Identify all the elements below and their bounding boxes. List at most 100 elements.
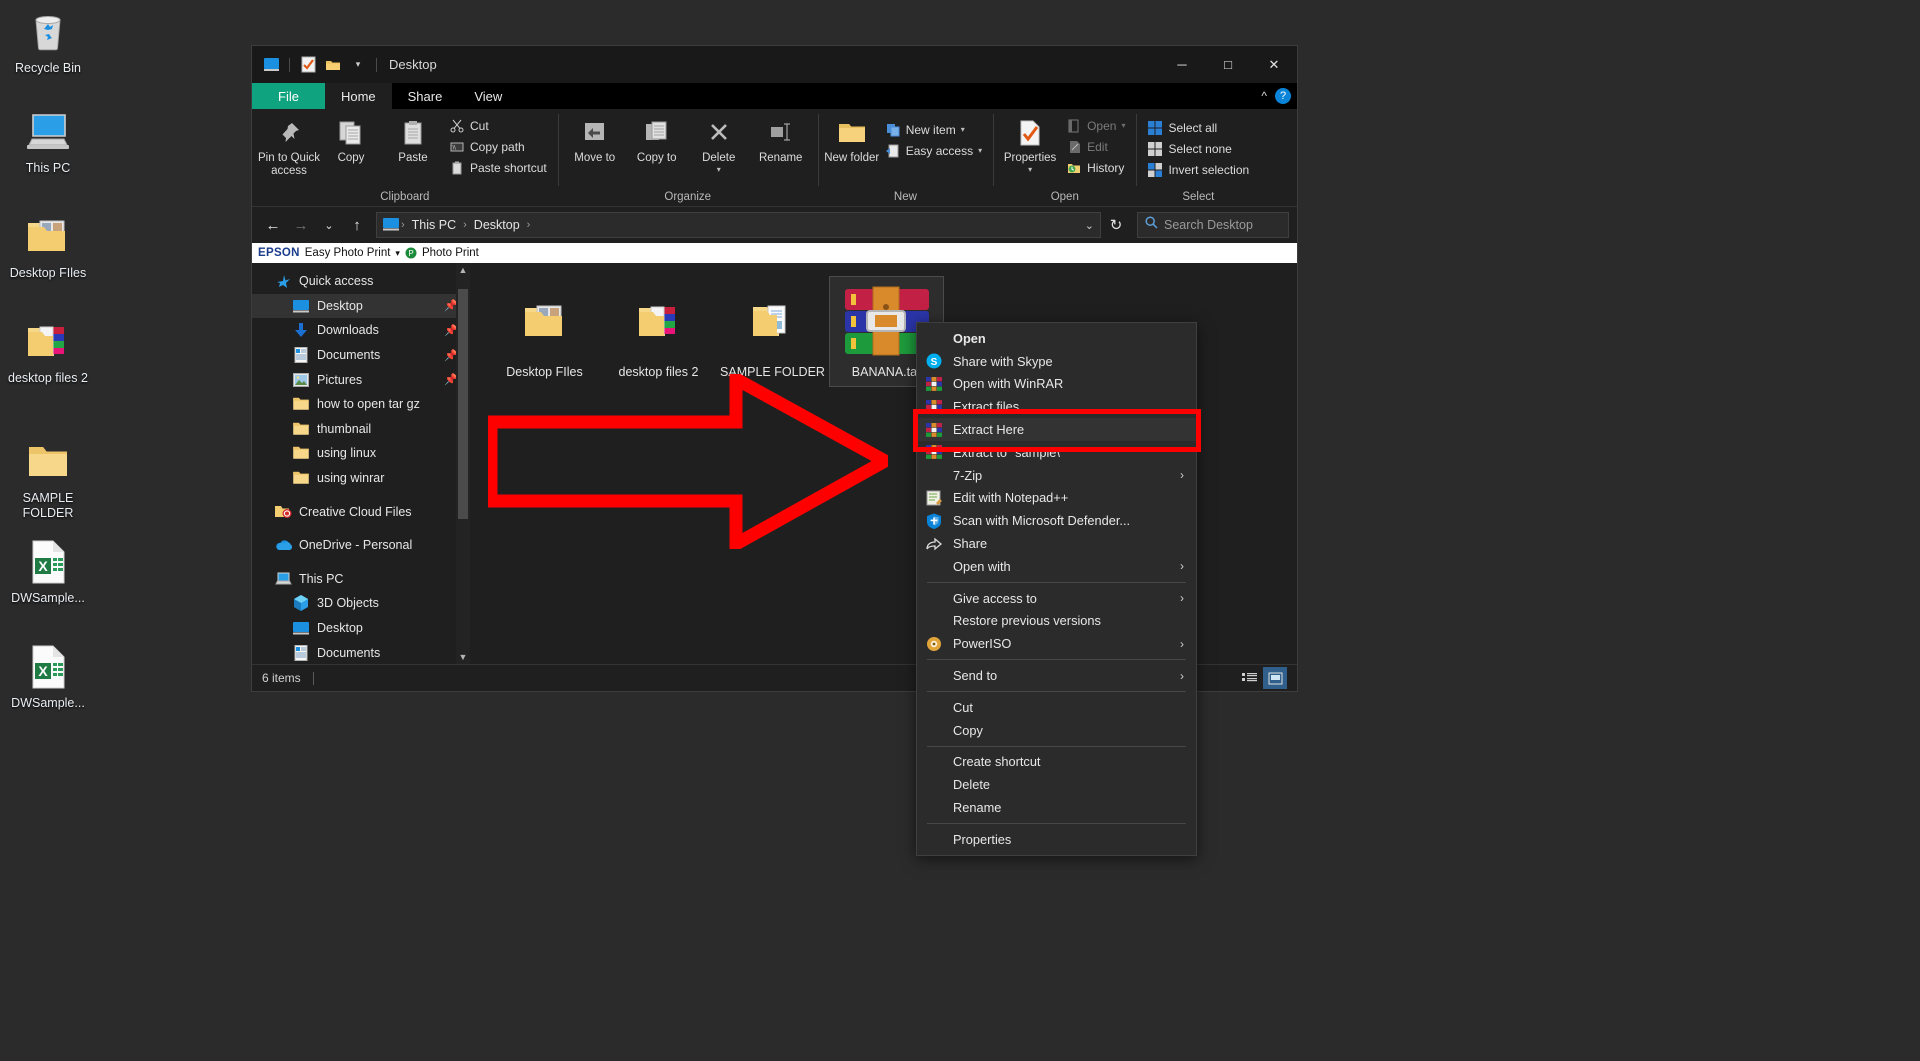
desktop-icon-dwsample[interactable]: XDWSample... xyxy=(0,530,96,606)
chevron-down-icon[interactable]: ▾ xyxy=(395,248,400,259)
sidebar-item-downloads[interactable]: Downloads📌 xyxy=(252,318,470,343)
scroll-up-icon[interactable]: ▲ xyxy=(456,263,470,277)
paste-shortcut-button[interactable]: Paste shortcut xyxy=(444,157,552,178)
sidebar-item-documents[interactable]: Documents📌 xyxy=(252,343,470,368)
open-button[interactable]: Open ▾ xyxy=(1061,115,1130,136)
minimize-button[interactable]: ─ xyxy=(1159,46,1205,83)
sidebar-item-onedrive-personal[interactable]: OneDrive - Personal xyxy=(252,533,470,558)
menu-item-scan-with-microsoft-defender[interactable]: Scan with Microsoft Defender... xyxy=(917,509,1196,532)
chevron-down-icon[interactable]: ▾ xyxy=(1121,121,1125,130)
menu-item-extract-here[interactable]: Extract Here xyxy=(917,418,1196,441)
copy-button[interactable]: Copy xyxy=(320,113,382,165)
customize-quick-access-icon[interactable]: ▾ xyxy=(347,54,369,76)
menu-item-open-with-winrar[interactable]: Open with WinRAR xyxy=(917,373,1196,396)
select-all-button[interactable]: Select all xyxy=(1142,117,1254,138)
properties-button[interactable]: Properties ▾ xyxy=(999,113,1061,174)
scrollbar-thumb[interactable] xyxy=(458,289,468,519)
copy-path-button[interactable]: \\ Copy path xyxy=(444,136,552,157)
breadcrumb-item-desktop[interactable]: Desktop xyxy=(469,218,525,232)
desktop-icon-sample-folder[interactable]: SAMPLE FOLDER xyxy=(0,430,96,520)
file-tile-sample-folder[interactable]: SAMPLE FOLDER xyxy=(716,277,829,386)
breadcrumb-separator[interactable]: › xyxy=(527,219,531,231)
menu-item-restore-previous-versions[interactable]: Restore previous versions xyxy=(917,610,1196,633)
menu-item-copy[interactable]: Copy xyxy=(917,719,1196,742)
tab-share[interactable]: Share xyxy=(392,83,459,109)
address-dropdown-icon[interactable]: ⌄ xyxy=(1085,219,1094,232)
easy-access-button[interactable]: Easy access ▾ xyxy=(880,140,987,161)
select-none-button[interactable]: Select none xyxy=(1142,138,1254,159)
menu-item-rename[interactable]: Rename xyxy=(917,796,1196,819)
back-button[interactable]: ← xyxy=(260,212,286,238)
menu-item-7-zip[interactable]: 7-Zip› xyxy=(917,464,1196,487)
sidebar-item-using-winrar[interactable]: using winrar xyxy=(252,466,470,491)
file-tile-desktop-files[interactable]: Desktop FIles xyxy=(488,277,601,386)
menu-item-cut[interactable]: Cut xyxy=(917,696,1196,719)
sidebar-item-creative-cloud-files[interactable]: Creative Cloud Files xyxy=(252,499,470,524)
close-button[interactable]: ✕ xyxy=(1251,46,1297,83)
tab-home[interactable]: Home xyxy=(325,83,392,109)
desktop-icon-desktop-files[interactable]: Desktop FIles xyxy=(0,205,96,281)
search-input[interactable]: Search Desktop xyxy=(1137,212,1289,238)
edit-button[interactable]: Edit xyxy=(1061,136,1130,157)
up-button[interactable]: ↑ xyxy=(344,212,370,238)
paste-button[interactable]: Paste xyxy=(382,113,444,165)
rename-button[interactable]: Rename xyxy=(750,113,812,165)
menu-item-share-with-skype[interactable]: SShare with Skype xyxy=(917,350,1196,373)
menu-item-share[interactable]: Share xyxy=(917,532,1196,555)
sidebar-item-how-to-open-tar-gz[interactable]: how to open tar gz xyxy=(252,392,470,417)
delete-button[interactable]: Delete ▾ xyxy=(688,113,750,174)
file-tile-desktop-files-2[interactable]: desktop files 2 xyxy=(602,277,715,386)
desktop-icon-recycle-bin[interactable]: Recycle Bin xyxy=(0,0,96,76)
explorer-icon[interactable] xyxy=(260,54,282,76)
details-view-button[interactable] xyxy=(1237,667,1261,689)
help-icon[interactable]: ? xyxy=(1275,88,1291,104)
maximize-button[interactable]: □ xyxy=(1205,46,1251,83)
copy-to-button[interactable]: Copy to xyxy=(626,113,688,165)
menu-item-delete[interactable]: Delete xyxy=(917,773,1196,796)
sidebar-item-3d-objects[interactable]: 3D Objects xyxy=(252,591,470,616)
epson-app-label[interactable]: Easy Photo Print xyxy=(305,247,391,259)
chevron-down-icon[interactable]: ▾ xyxy=(717,165,721,174)
desktop-icon-dwsample[interactable]: XDWSample... xyxy=(0,635,96,711)
pin-to-quick-access-button[interactable]: Pin to Quick access xyxy=(258,113,320,178)
breadcrumb-item-this-pc[interactable]: This PC xyxy=(407,218,461,232)
history-button[interactable]: History xyxy=(1061,157,1130,178)
sidebar-item-desktop[interactable]: Desktop📌 xyxy=(252,294,470,319)
refresh-button[interactable]: ↻ xyxy=(1103,212,1129,238)
tab-file[interactable]: File xyxy=(252,83,325,109)
sidebar-item-quick-access[interactable]: Quick access xyxy=(252,269,470,294)
move-to-button[interactable]: Move to xyxy=(564,113,626,165)
menu-item-give-access-to[interactable]: Give access to› xyxy=(917,587,1196,610)
menu-item-poweriso[interactable]: PowerISO› xyxy=(917,632,1196,655)
navpane-scrollbar[interactable]: ▲ ▼ xyxy=(456,263,470,664)
menu-item-extract-files[interactable]: Extract files... xyxy=(917,395,1196,418)
breadcrumb-separator[interactable]: › xyxy=(401,219,405,231)
menu-item-create-shortcut[interactable]: Create shortcut xyxy=(917,751,1196,774)
properties-icon[interactable] xyxy=(297,54,319,76)
new-folder-icon[interactable] xyxy=(322,54,344,76)
sidebar-item-this-pc[interactable]: This PC xyxy=(252,567,470,592)
breadcrumb[interactable]: › This PC › Desktop › ⌄ xyxy=(376,212,1101,238)
chevron-up-icon[interactable]: ^ xyxy=(1261,89,1267,103)
desktop-icon-this-pc[interactable]: This PC xyxy=(0,100,96,176)
forward-button[interactable]: → xyxy=(288,212,314,238)
menu-item-properties[interactable]: Properties xyxy=(917,828,1196,851)
large-icons-view-button[interactable] xyxy=(1263,667,1287,689)
new-item-button[interactable]: New item ▾ xyxy=(880,119,987,140)
invert-selection-button[interactable]: Invert selection xyxy=(1142,159,1254,180)
menu-item-open-with[interactable]: Open with› xyxy=(917,555,1196,578)
sidebar-item-pictures[interactable]: Pictures📌 xyxy=(252,367,470,392)
desktop-icon-desktop-files-2[interactable]: desktop files 2 xyxy=(0,310,96,386)
menu-item-edit-with-notepad[interactable]: Edit with Notepad++ xyxy=(917,487,1196,510)
scroll-down-icon[interactable]: ▼ xyxy=(456,650,470,664)
chevron-down-icon[interactable]: ▾ xyxy=(961,125,965,134)
menu-item-open[interactable]: Open xyxy=(917,327,1196,350)
breadcrumb-separator[interactable]: › xyxy=(463,219,467,231)
sidebar-item-using-linux[interactable]: using linux xyxy=(252,441,470,466)
tab-view[interactable]: View xyxy=(458,83,518,109)
menu-item-send-to[interactable]: Send to› xyxy=(917,664,1196,687)
sidebar-item-documents[interactable]: Documents xyxy=(252,640,470,664)
new-folder-button[interactable]: New folder xyxy=(824,113,880,165)
recent-locations-button[interactable]: ⌄ xyxy=(316,212,342,238)
context-menu[interactable]: OpenSShare with SkypeOpen with WinRARExt… xyxy=(916,322,1197,856)
